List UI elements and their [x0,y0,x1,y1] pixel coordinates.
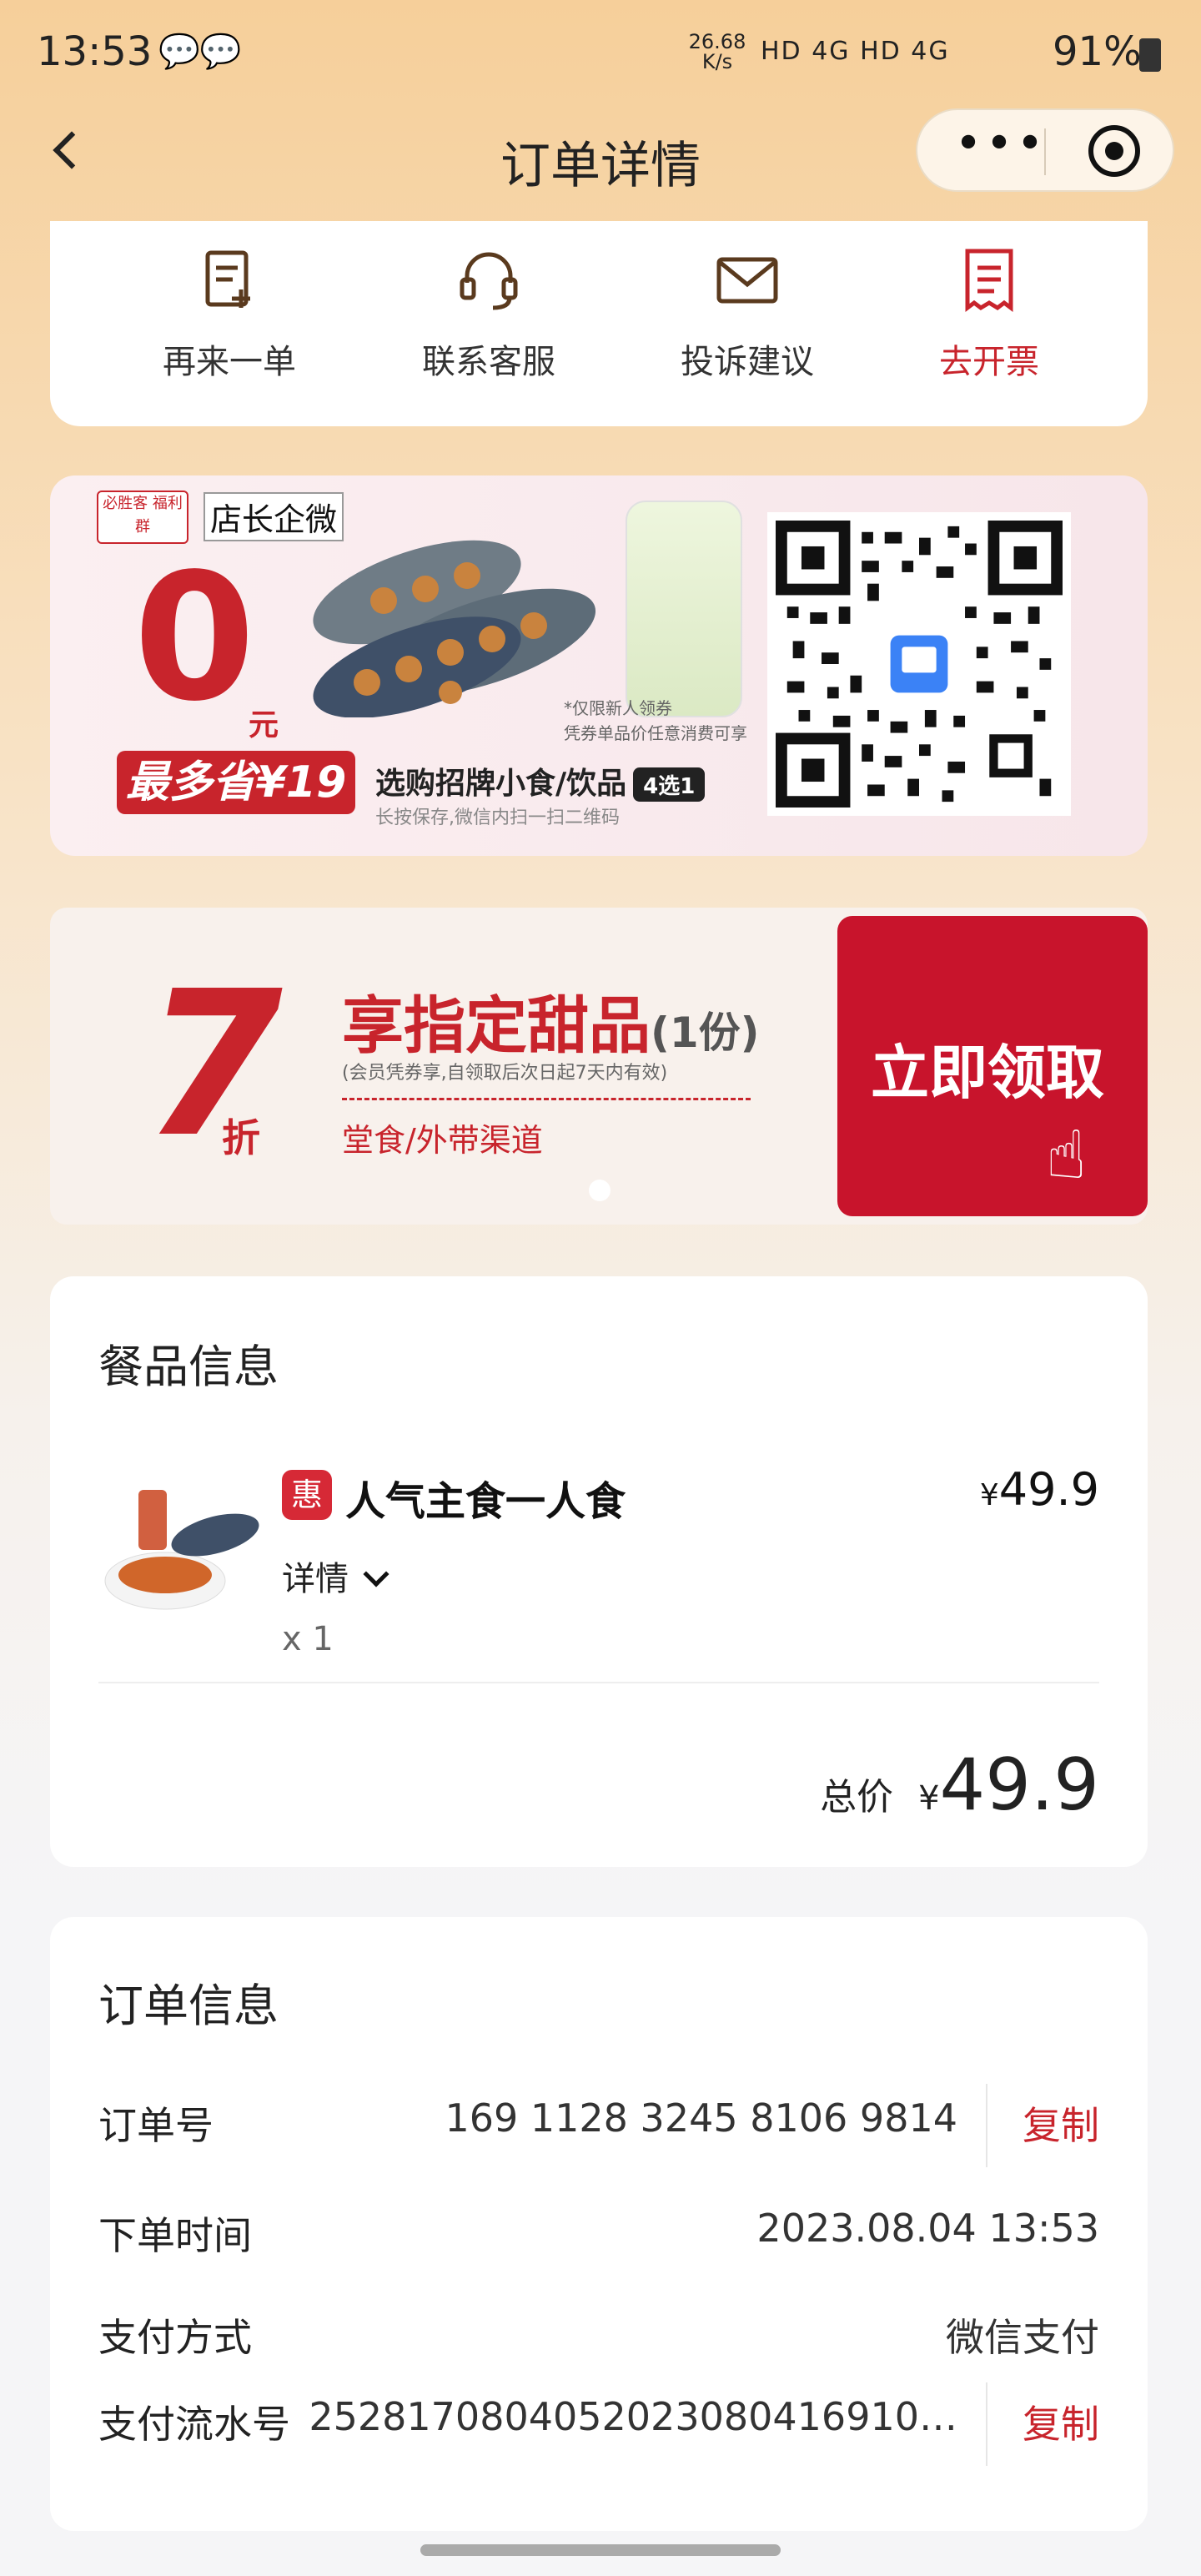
order-info-card: 订单信息 订单号 169 1128 3245 8106 9814 复制 下单时间… [50,1917,1148,2531]
meal-image [104,1490,259,1610]
coupon-title-suffix: (1份) [651,1009,760,1057]
order-time-value: 2023.08.04 13:53 [756,2206,1099,2251]
invoice-button[interactable]: 去开票 [881,246,1098,413]
promo-main-label: 选购招牌小食/饮品 [375,767,627,801]
payment-method-label: 支付方式 [98,2315,252,2360]
battery-icon [1139,38,1161,72]
claim-coupon-label: 立即领取 [871,1039,1104,1107]
food-detail-label: 详情 [282,1560,349,1598]
more-icon[interactable]: ••• [951,121,1051,175]
promo-pill: 4选1 [633,767,706,802]
payment-method-value: 微信支付 [946,2315,1099,2360]
food-price-value: 49.9 [998,1463,1099,1516]
reorder-button[interactable]: 再来一单 [121,246,338,413]
transaction-number-label: 支付流水号 [98,2402,290,2447]
food-divider [98,1682,1099,1683]
save-badge: 最多省¥19 [117,751,355,814]
wecom-promo-banner[interactable]: 必胜客 福利群 店长企微 0 元 最多省¥19 *仅限新人领券 凭券单品价任意消… [50,475,1148,856]
coupon-channel: 堂食/外带渠道 [342,1122,543,1159]
promo-main-text: 选购招牌小食/饮品 4选1 [375,759,706,802]
order-time-row: 下单时间 2023.08.04 13:53 [98,2194,1099,2261]
payment-method-row: 支付方式 微信支付 [98,2296,1099,2362]
chevron-down-icon [363,1561,389,1587]
total-price: 总价 ¥49.9 [820,1743,1099,1827]
action-bar: 再来一单 联系客服 投诉建议 去开票 [50,221,1148,426]
chat-notification-icon: 💬💬 [158,33,242,71]
coupon-note: (会员凭券享,自领取后次日起7天内有效) [342,1063,668,1084]
dessert-coupon-banner[interactable]: 7 折 享指定甜品(1份) (会员凭券享,自领取后次日起7天内有效) 堂食/外带… [50,908,1148,1225]
coupon-title-main: 享指定甜品 [342,990,651,1062]
nav-bar: 订单详情 ••• [0,108,1201,217]
reorder-label: 再来一单 [163,343,296,381]
carousel-indicator [589,1180,611,1201]
close-miniprogram-icon[interactable] [1088,125,1140,177]
home-indicator[interactable] [420,2544,781,2556]
food-section-title: 餐品信息 [98,1341,279,1393]
total-label: 总价 [820,1776,894,1819]
snack-plates-image [313,540,596,717]
copy-divider [986,2084,987,2167]
food-quantity: x 1 [282,1620,334,1658]
net-speed-value: 26.68 [688,30,746,53]
coupon-title: 享指定甜品(1份) [342,976,760,1065]
net-speed-unit: K/s [701,50,733,73]
invoice-icon [965,249,1013,312]
food-detail-toggle[interactable]: 详情 [282,1552,389,1600]
total-currency: ¥ [918,1779,940,1818]
invoice-label: 去开票 [939,343,1039,381]
food-price: ¥49.9 [980,1463,1099,1516]
discount-badge: 惠 [282,1470,332,1520]
battery-percent: 91% [1053,28,1142,75]
copy-order-number-button[interactable]: 复制 [1023,2096,1099,2151]
promo-unit: 元 [249,708,279,742]
copy-divider [986,2382,987,2466]
net-speed: 26.68 K/s [684,32,751,72]
coupon-divider [342,1098,751,1100]
order-time-label: 下单时间 [98,2213,252,2258]
drink-image [626,501,742,717]
discount-number: 7 [143,948,283,1181]
status-time: 13:53 [37,28,153,75]
copy-transaction-number-button[interactable]: 复制 [1023,2394,1099,2449]
capsule-divider [1044,128,1046,175]
signal-icon: HD 4G HD 4G [761,37,950,66]
miniprogram-capsule: ••• [916,108,1174,192]
order-number-label: 订单号 [98,2103,214,2148]
promo-zero: 0 [133,536,256,740]
discount-unit: 折 [222,1115,260,1160]
pointer-hand-icon: ☝ [1046,1116,1087,1194]
transaction-number-value: 2528170804052023080416910… [309,2394,957,2439]
promo-note: *仅限新人领券 凭券单品价任意消费可享 [564,696,747,746]
promo-note-line1: *仅限新人领券 [564,698,672,718]
headset-icon [460,252,518,310]
promo-sub-text: 长按保存,微信内扫一扫二维码 [375,808,620,828]
food-name: 人气主食一人食 [345,1478,626,1525]
qr-code[interactable] [767,512,1071,816]
food-price-currency: ¥ [979,1478,999,1512]
order-number-value: 169 1128 3245 8106 9814 [445,2096,957,2141]
status-bar: 13:53 💬💬 26.68 K/s HD 4G HD 4G 91% [0,0,1201,108]
transaction-number-row: 支付流水号 2528170804052023080416910… 复制 [98,2382,1099,2466]
order-number-row: 订单号 169 1128 3245 8106 9814 复制 [98,2084,1099,2167]
total-value: 49.9 [939,1743,1099,1827]
claim-coupon-button[interactable]: 立即领取 ☝ [837,916,1148,1216]
contact-service-button[interactable]: 联系客服 [380,246,597,413]
order-section-title: 订单信息 [98,1980,279,2032]
contact-service-label: 联系客服 [422,343,555,381]
reorder-icon [205,250,250,308]
complaint-label: 投诉建议 [681,343,814,381]
complaint-button[interactable]: 投诉建议 [639,246,856,413]
food-info-card: 餐品信息 惠 人气主食一人食 ¥49.9 详情 x 1 总价 ¥49.9 [50,1276,1148,1867]
promo-note-line2: 凭券单品价任意消费可享 [564,723,747,743]
mail-icon [716,257,778,304]
